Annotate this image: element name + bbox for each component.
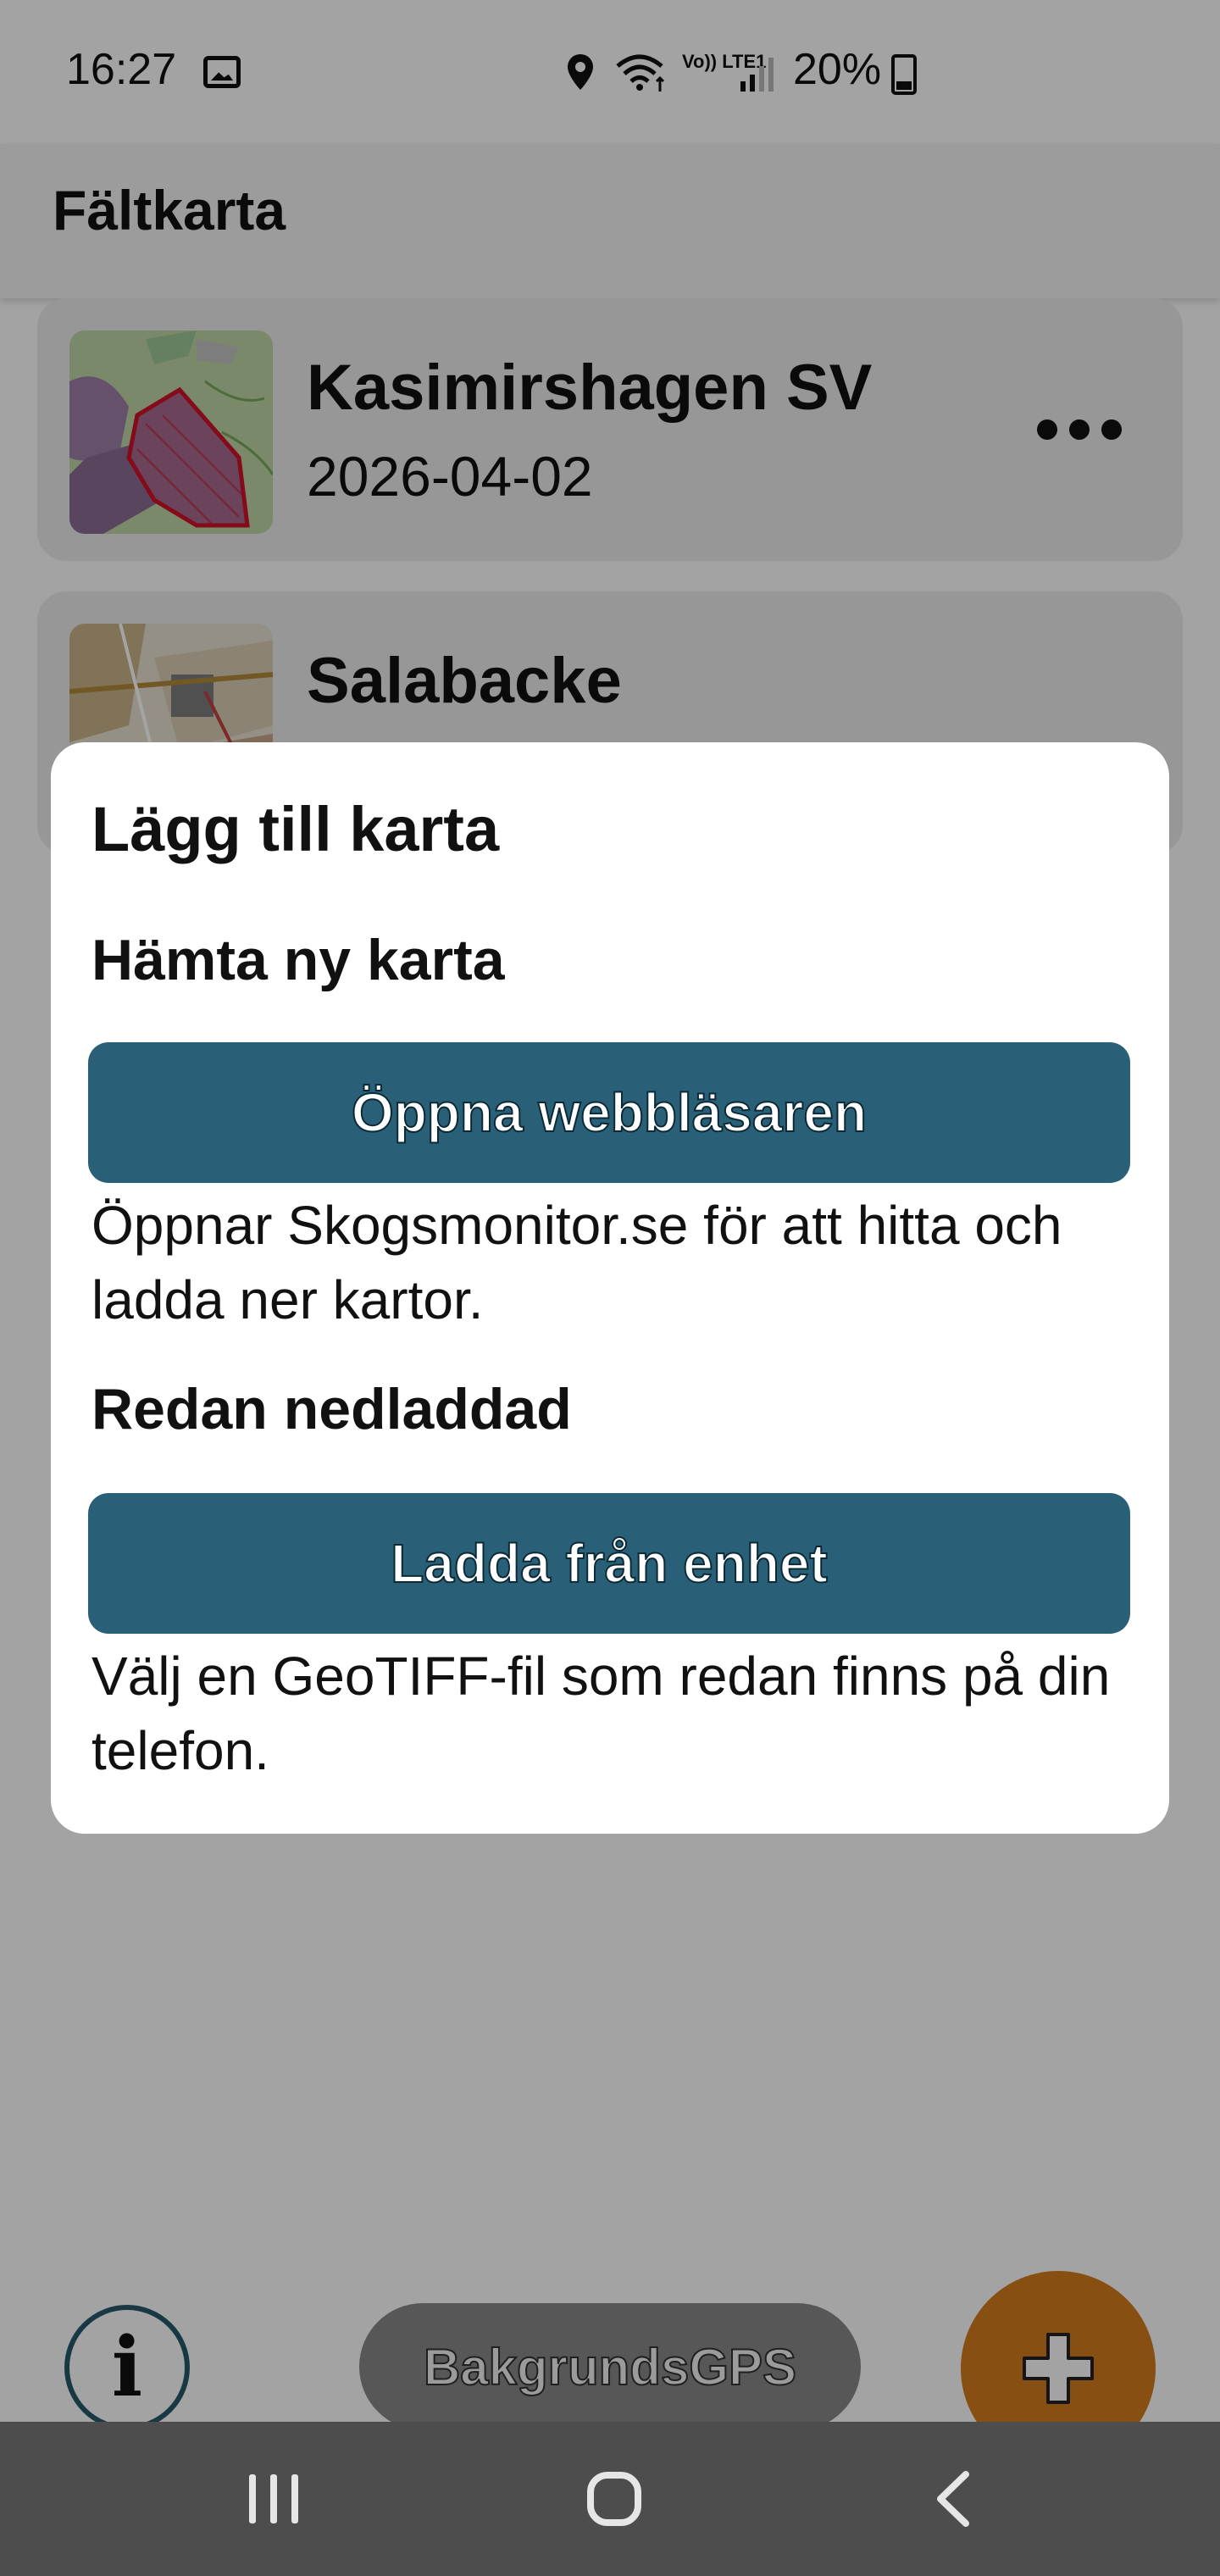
navigation-bar bbox=[0, 2422, 1220, 2576]
section-title-local: Redan nedladdad bbox=[92, 1377, 572, 1441]
dialog-title: Lägg till karta bbox=[92, 794, 500, 864]
load-from-device-description: Välj en GeoTIFF-fil som redan finns på d… bbox=[92, 1646, 1111, 1781]
add-map-dialog: Lägg till karta Hämta ny karta Öppna web… bbox=[51, 742, 1169, 1834]
recents-icon[interactable] bbox=[246, 2473, 302, 2525]
open-browser-description: Öppnar Skogsmonitor.se för att hitta och… bbox=[92, 1195, 1062, 1330]
open-browser-button[interactable]: Öppna webbläsaren bbox=[88, 1042, 1130, 1183]
section-title-download: Hämta ny karta bbox=[92, 928, 505, 992]
home-icon[interactable] bbox=[586, 2471, 642, 2527]
back-icon[interactable] bbox=[932, 2469, 974, 2529]
load-from-device-button[interactable]: Ladda från enhet bbox=[88, 1493, 1130, 1634]
